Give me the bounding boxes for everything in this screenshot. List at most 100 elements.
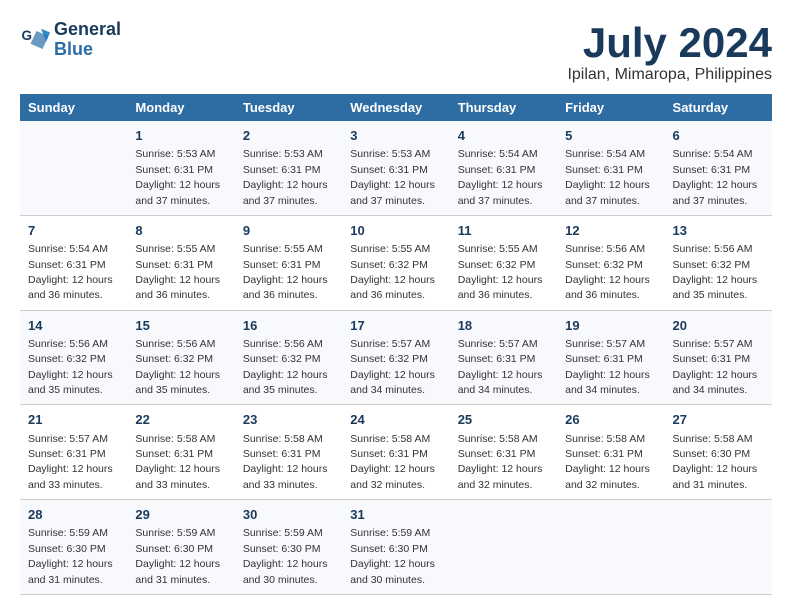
day-number: 7 (28, 222, 119, 240)
calendar-cell: 14 Sunrise: 5:56 AMSunset: 6:32 PMDaylig… (20, 310, 127, 405)
calendar-cell (557, 500, 664, 595)
location: Ipilan, Mimaropa, Philippines (567, 66, 772, 84)
day-number: 23 (243, 411, 334, 429)
day-info: Sunrise: 5:55 AMSunset: 6:32 PMDaylight:… (350, 243, 435, 301)
calendar-cell: 8 Sunrise: 5:55 AMSunset: 6:31 PMDayligh… (127, 215, 234, 310)
day-number: 17 (350, 317, 441, 335)
day-info: Sunrise: 5:58 AMSunset: 6:31 PMDaylight:… (350, 433, 435, 491)
calendar-cell: 9 Sunrise: 5:55 AMSunset: 6:31 PMDayligh… (235, 215, 342, 310)
day-number: 16 (243, 317, 334, 335)
calendar-cell: 28 Sunrise: 5:59 AMSunset: 6:30 PMDaylig… (20, 500, 127, 595)
day-info: Sunrise: 5:54 AMSunset: 6:31 PMDaylight:… (565, 148, 650, 206)
logo: G General Blue (20, 20, 121, 60)
calendar-cell: 31 Sunrise: 5:59 AMSunset: 6:30 PMDaylig… (342, 500, 449, 595)
day-number: 3 (350, 127, 441, 145)
day-number: 4 (458, 127, 549, 145)
day-info: Sunrise: 5:55 AMSunset: 6:31 PMDaylight:… (243, 243, 328, 301)
week-row-1: 1 Sunrise: 5:53 AMSunset: 6:31 PMDayligh… (20, 121, 772, 215)
day-number: 31 (350, 506, 441, 524)
day-number: 8 (135, 222, 226, 240)
calendar-cell: 5 Sunrise: 5:54 AMSunset: 6:31 PMDayligh… (557, 121, 664, 215)
calendar-cell: 24 Sunrise: 5:58 AMSunset: 6:31 PMDaylig… (342, 405, 449, 500)
day-number: 11 (458, 222, 549, 240)
weekday-header-thursday: Thursday (450, 94, 557, 121)
day-number: 18 (458, 317, 549, 335)
day-info: Sunrise: 5:58 AMSunset: 6:31 PMDaylight:… (565, 433, 650, 491)
calendar-cell: 6 Sunrise: 5:54 AMSunset: 6:31 PMDayligh… (665, 121, 772, 215)
day-info: Sunrise: 5:57 AMSunset: 6:31 PMDaylight:… (458, 338, 543, 396)
day-number: 29 (135, 506, 226, 524)
day-info: Sunrise: 5:56 AMSunset: 6:32 PMDaylight:… (135, 338, 220, 396)
day-info: Sunrise: 5:59 AMSunset: 6:30 PMDaylight:… (135, 527, 220, 585)
calendar-cell: 15 Sunrise: 5:56 AMSunset: 6:32 PMDaylig… (127, 310, 234, 405)
day-info: Sunrise: 5:59 AMSunset: 6:30 PMDaylight:… (28, 527, 113, 585)
weekday-header-tuesday: Tuesday (235, 94, 342, 121)
day-info: Sunrise: 5:56 AMSunset: 6:32 PMDaylight:… (28, 338, 113, 396)
day-number: 21 (28, 411, 119, 429)
calendar-cell: 3 Sunrise: 5:53 AMSunset: 6:31 PMDayligh… (342, 121, 449, 215)
day-info: Sunrise: 5:59 AMSunset: 6:30 PMDaylight:… (350, 527, 435, 585)
day-info: Sunrise: 5:54 AMSunset: 6:31 PMDaylight:… (673, 148, 758, 206)
calendar-cell: 23 Sunrise: 5:58 AMSunset: 6:31 PMDaylig… (235, 405, 342, 500)
calendar-cell: 25 Sunrise: 5:58 AMSunset: 6:31 PMDaylig… (450, 405, 557, 500)
day-number: 13 (673, 222, 764, 240)
calendar-cell: 1 Sunrise: 5:53 AMSunset: 6:31 PMDayligh… (127, 121, 234, 215)
calendar-cell: 30 Sunrise: 5:59 AMSunset: 6:30 PMDaylig… (235, 500, 342, 595)
weekday-header-monday: Monday (127, 94, 234, 121)
day-info: Sunrise: 5:58 AMSunset: 6:31 PMDaylight:… (135, 433, 220, 491)
calendar-cell: 2 Sunrise: 5:53 AMSunset: 6:31 PMDayligh… (235, 121, 342, 215)
week-row-3: 14 Sunrise: 5:56 AMSunset: 6:32 PMDaylig… (20, 310, 772, 405)
day-number: 26 (565, 411, 656, 429)
title-block: July 2024 Ipilan, Mimaropa, Philippines (567, 20, 772, 84)
day-number: 30 (243, 506, 334, 524)
weekday-header-friday: Friday (557, 94, 664, 121)
calendar-cell: 13 Sunrise: 5:56 AMSunset: 6:32 PMDaylig… (665, 215, 772, 310)
calendar-cell: 18 Sunrise: 5:57 AMSunset: 6:31 PMDaylig… (450, 310, 557, 405)
calendar-cell (665, 500, 772, 595)
week-row-4: 21 Sunrise: 5:57 AMSunset: 6:31 PMDaylig… (20, 405, 772, 500)
weekday-header-wednesday: Wednesday (342, 94, 449, 121)
day-info: Sunrise: 5:54 AMSunset: 6:31 PMDaylight:… (458, 148, 543, 206)
month-title: July 2024 (567, 20, 772, 66)
calendar-cell: 20 Sunrise: 5:57 AMSunset: 6:31 PMDaylig… (665, 310, 772, 405)
day-info: Sunrise: 5:54 AMSunset: 6:31 PMDaylight:… (28, 243, 113, 301)
day-number: 24 (350, 411, 441, 429)
weekday-header-sunday: Sunday (20, 94, 127, 121)
calendar-cell: 27 Sunrise: 5:58 AMSunset: 6:30 PMDaylig… (665, 405, 772, 500)
week-row-2: 7 Sunrise: 5:54 AMSunset: 6:31 PMDayligh… (20, 215, 772, 310)
calendar-cell (450, 500, 557, 595)
day-number: 25 (458, 411, 549, 429)
day-info: Sunrise: 5:53 AMSunset: 6:31 PMDaylight:… (135, 148, 220, 206)
day-number: 28 (28, 506, 119, 524)
page-header: G General Blue July 2024 Ipilan, Mimarop… (20, 20, 772, 84)
calendar-cell: 10 Sunrise: 5:55 AMSunset: 6:32 PMDaylig… (342, 215, 449, 310)
day-number: 12 (565, 222, 656, 240)
day-info: Sunrise: 5:58 AMSunset: 6:30 PMDaylight:… (673, 433, 758, 491)
day-number: 19 (565, 317, 656, 335)
logo-line2: Blue (54, 40, 121, 60)
day-info: Sunrise: 5:57 AMSunset: 6:31 PMDaylight:… (565, 338, 650, 396)
calendar-cell (20, 121, 127, 215)
calendar-cell: 7 Sunrise: 5:54 AMSunset: 6:31 PMDayligh… (20, 215, 127, 310)
day-info: Sunrise: 5:53 AMSunset: 6:31 PMDaylight:… (350, 148, 435, 206)
calendar-cell: 11 Sunrise: 5:55 AMSunset: 6:32 PMDaylig… (450, 215, 557, 310)
calendar-cell: 21 Sunrise: 5:57 AMSunset: 6:31 PMDaylig… (20, 405, 127, 500)
day-info: Sunrise: 5:56 AMSunset: 6:32 PMDaylight:… (243, 338, 328, 396)
calendar-cell: 12 Sunrise: 5:56 AMSunset: 6:32 PMDaylig… (557, 215, 664, 310)
calendar-cell: 29 Sunrise: 5:59 AMSunset: 6:30 PMDaylig… (127, 500, 234, 595)
calendar-cell: 16 Sunrise: 5:56 AMSunset: 6:32 PMDaylig… (235, 310, 342, 405)
day-number: 10 (350, 222, 441, 240)
svg-text:G: G (22, 28, 33, 43)
day-number: 1 (135, 127, 226, 145)
calendar-table: SundayMondayTuesdayWednesdayThursdayFrid… (20, 94, 772, 595)
day-info: Sunrise: 5:59 AMSunset: 6:30 PMDaylight:… (243, 527, 328, 585)
calendar-cell: 22 Sunrise: 5:58 AMSunset: 6:31 PMDaylig… (127, 405, 234, 500)
day-number: 2 (243, 127, 334, 145)
day-number: 22 (135, 411, 226, 429)
day-info: Sunrise: 5:57 AMSunset: 6:32 PMDaylight:… (350, 338, 435, 396)
calendar-cell: 26 Sunrise: 5:58 AMSunset: 6:31 PMDaylig… (557, 405, 664, 500)
day-info: Sunrise: 5:57 AMSunset: 6:31 PMDaylight:… (28, 433, 113, 491)
day-info: Sunrise: 5:55 AMSunset: 6:32 PMDaylight:… (458, 243, 543, 301)
weekday-header-row: SundayMondayTuesdayWednesdayThursdayFrid… (20, 94, 772, 121)
day-number: 6 (673, 127, 764, 145)
